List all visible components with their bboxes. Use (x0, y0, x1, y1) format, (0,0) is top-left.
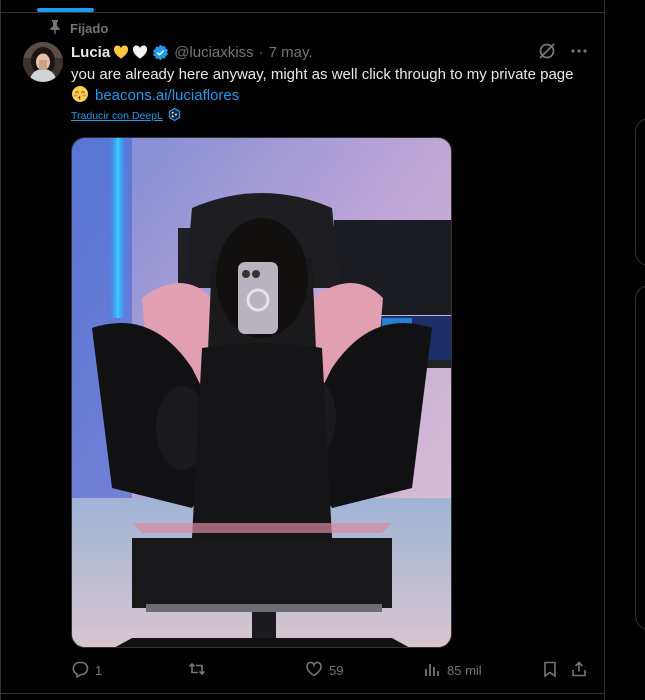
verified-badge-icon[interactable] (152, 44, 169, 61)
divider (1, 693, 605, 694)
views-button[interactable]: 85 mil (423, 660, 482, 681)
share-button[interactable] (570, 660, 588, 681)
view-count: 85 mil (447, 663, 482, 678)
pinned-label: Fijado (70, 21, 109, 36)
white-heart-icon (132, 44, 148, 60)
translate-label: Traducir con DeepL (71, 110, 163, 122)
timeline-column: Fijado Lucia @luciaxkiss · 7 may. you ar… (0, 0, 605, 700)
post-date[interactable]: 7 may. (269, 44, 313, 61)
reply-icon (71, 660, 89, 681)
pinned-indicator: Fijado (49, 20, 108, 37)
heart-icon (305, 660, 323, 681)
tweet-body: you are already here anyway, might as we… (71, 66, 574, 83)
tweet-header: Lucia @luciaxkiss · 7 may. (71, 42, 313, 62)
display-name[interactable]: Lucia (71, 44, 110, 61)
bookmark-button[interactable] (541, 660, 559, 681)
reply-button[interactable]: 1 (71, 660, 102, 681)
grok-icon[interactable] (538, 42, 556, 60)
divider (1, 12, 605, 13)
tweet-header-actions (538, 42, 588, 60)
like-button[interactable]: 59 (305, 660, 343, 681)
like-count: 59 (329, 663, 344, 678)
avatar[interactable] (23, 42, 63, 82)
share-icon (570, 660, 588, 681)
more-icon[interactable] (570, 42, 588, 60)
profile-link[interactable]: beacons.ai/luciaflores (95, 87, 239, 104)
tweet-actions: 1 59 85 mil (71, 660, 596, 682)
reply-count: 1 (95, 663, 103, 678)
handle[interactable]: @luciaxkiss (174, 44, 253, 61)
repost-button[interactable] (188, 660, 212, 681)
bookmark-icon (541, 660, 559, 681)
analytics-icon (423, 660, 441, 681)
tweet-media-photo[interactable] (71, 137, 452, 648)
repost-icon (188, 660, 206, 681)
separator: · (258, 43, 264, 61)
tweet-text: you are already here anyway, might as we… (71, 64, 596, 106)
kissing-face-icon (71, 85, 89, 103)
deepl-icon (168, 107, 181, 124)
sidebar-card (635, 118, 645, 266)
translate-link[interactable]: Traducir con DeepL (71, 107, 181, 124)
yellow-heart-icon (113, 44, 129, 60)
pin-icon (49, 20, 61, 37)
sidebar-card (635, 285, 645, 630)
